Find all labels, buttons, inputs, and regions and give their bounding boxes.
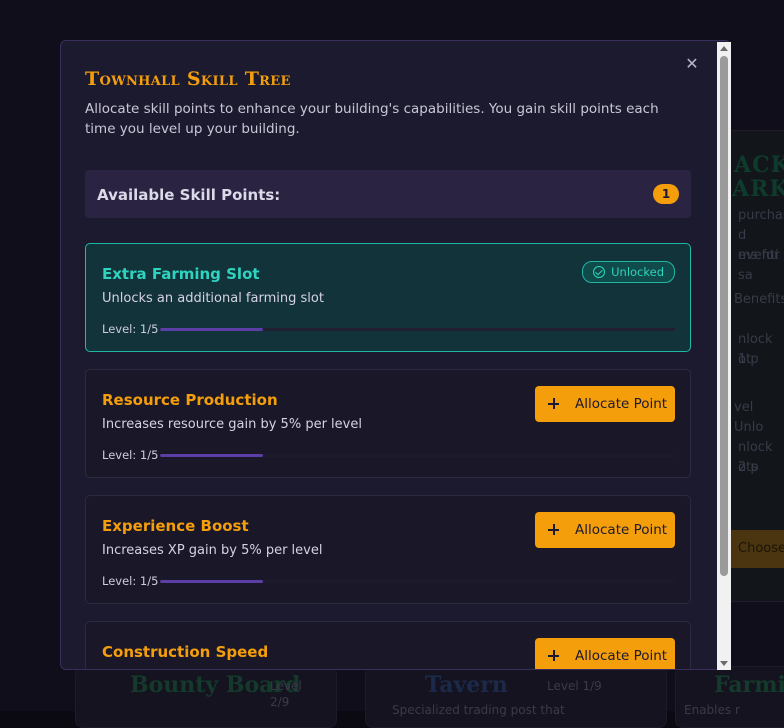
skill-level-progress [160,328,675,331]
market-benefits: Benefits [734,292,784,307]
skill-card-resource-production: Resource Production Allocate Point Incre… [85,369,691,478]
plus-icon [548,650,559,661]
plus-icon [548,524,559,535]
plus-icon [548,398,559,409]
skill-name: Extra Farming Slot [102,265,260,283]
skill-card-construction-speed: Construction Speed Allocate Point [85,621,691,669]
farming-title: Farmi [714,672,784,698]
skill-level-text: Level: 1/5 [102,574,159,588]
close-icon[interactable]: ✕ [684,56,700,72]
skill-card-experience-boost: Experience Boost Allocate Point Increase… [85,495,691,604]
allocate-point-button[interactable]: Allocate Point [535,512,675,548]
market-unlock-1b: ot [738,352,752,367]
skill-level-progress [160,454,675,457]
modal-description: Allocate skill points to enhance your bu… [85,101,659,137]
market-level-unlock: vel Unlo [734,400,764,435]
skill-description: Unlocks an additional farming slot [102,291,324,306]
choose-button[interactable]: Choose [726,530,784,568]
skill-level-text: Level: 1/5 [102,322,159,336]
skill-level-progress-fill [160,580,263,583]
tavern-card[interactable] [365,666,667,728]
scroll-down-arrow-icon[interactable] [720,661,728,666]
market-desc-1: purchas [738,208,784,223]
allocate-point-button[interactable]: Allocate Point [535,638,675,669]
allocate-point-label: Allocate Point [575,396,668,412]
skill-card-extra-farming-slot: Extra Farming Slot Unlocked Unlocks an a… [85,243,691,352]
skill-description: Increases resource gain by 5% per level [102,417,362,432]
unlocked-badge: Unlocked [582,261,675,283]
scroll-up-arrow-icon[interactable] [720,46,728,51]
allocate-point-label: Allocate Point [575,648,668,664]
skill-name: Experience Boost [102,517,249,535]
modal-title: Townhall Skill Tree [85,68,291,90]
skill-level-progress-fill [160,454,263,457]
available-points-badge: 1 [653,184,679,204]
scroll-thumb[interactable] [720,56,728,576]
skill-level-progress [160,580,675,583]
tavern-level: Level 1/9 [547,679,602,693]
market-desc-3: ms for sa [738,248,780,283]
skill-name: Resource Production [102,391,278,409]
allocate-point-button[interactable]: Allocate Point [535,386,675,422]
modal-scroll-clip: Construction Speed Allocate Point [61,621,717,669]
unlocked-label: Unlocked [611,265,664,279]
black-market-title-line2: ARKE [732,176,784,202]
market-unlock-2b: ots [738,460,758,475]
modal-scrollbar[interactable] [717,42,731,670]
tavern-title: Tavern [425,672,508,698]
farming-desc: Enables r [684,703,740,717]
available-skill-points-bar: Available Skill Points: 1 [85,170,691,218]
skill-name: Construction Speed [102,643,269,661]
allocate-point-label: Allocate Point [575,522,668,538]
skill-description: Increases XP gain by 5% per level [102,543,323,558]
skill-level-text: Level: 1/5 [102,448,159,462]
black-market-title-line1: ACK [734,152,784,178]
tavern-desc: Specialized trading post that [392,703,565,717]
check-circle-icon [593,266,606,278]
bounty-board-level: Level 2/9 [270,679,302,709]
available-points-label: Available Skill Points: [97,186,281,204]
skill-level-progress-fill [160,328,263,331]
